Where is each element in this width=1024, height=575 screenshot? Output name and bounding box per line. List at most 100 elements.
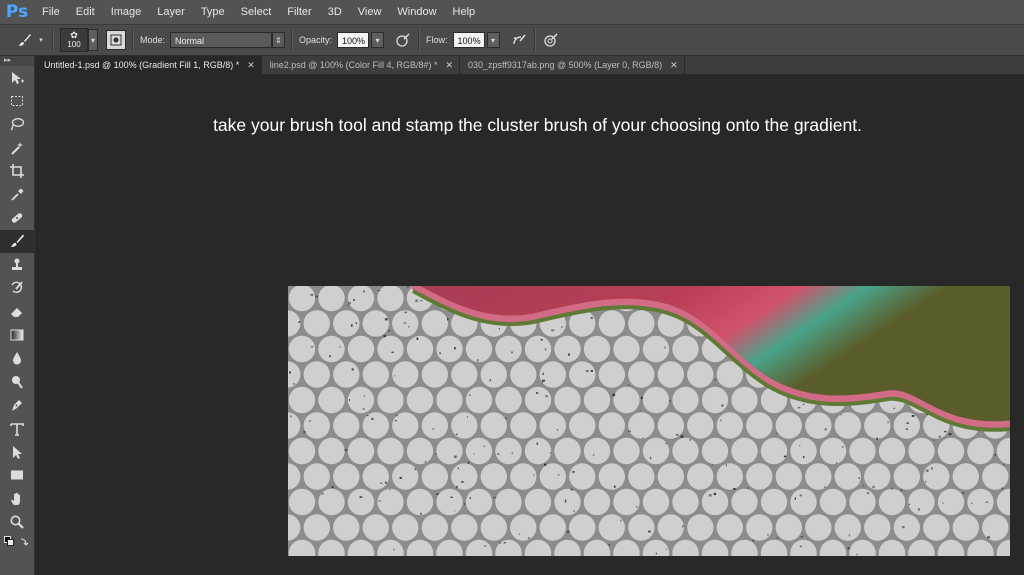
menu-help[interactable]: Help [445,0,484,24]
document-tab-untitled-1[interactable]: Untitled-1.psd @ 100% (Gradient Fill 1, … [36,56,262,74]
opacity-input[interactable]: 100% [337,32,370,48]
grunge-speck [403,322,407,325]
magic-wand-icon[interactable] [0,136,34,159]
dodge-tool-icon[interactable] [0,370,34,393]
grunge-speck [639,409,641,412]
grunge-speck [943,430,947,433]
airbrush-icon[interactable] [510,31,528,49]
zoom-tool-icon[interactable] [0,510,34,533]
tab-label: Untitled-1.psd @ 100% (Gradient Fill 1, … [44,60,240,70]
grunge-speck [321,493,324,495]
pattern-circle [583,386,611,414]
healing-brush-icon[interactable] [0,206,34,229]
pattern-circle [775,514,802,541]
divider [291,29,294,51]
menu-file[interactable]: File [34,0,68,24]
grunge-speck [308,420,311,422]
lasso-tool-icon[interactable] [0,113,34,136]
pattern-circle [436,488,463,516]
grunge-speck [570,488,574,491]
grunge-speck [906,422,909,424]
type-tool-icon[interactable] [0,417,34,440]
brush-tool-icon[interactable] [0,229,34,254]
path-selection-icon[interactable] [0,440,34,463]
grunge-speck [938,435,941,438]
document-tab-line2[interactable]: line2.psd @ 100% (Color Fill 4, RGB/8#) … [262,56,461,74]
grunge-speck [503,542,506,544]
clone-stamp-icon[interactable] [0,253,34,276]
brush-preset-dropdown[interactable]: ▾ [88,29,98,51]
hand-tool-icon[interactable] [0,487,34,510]
pattern-circle [303,463,330,490]
menu-image[interactable]: Image [103,0,150,24]
pattern-circle [318,386,345,414]
document-tab-030[interactable]: 030_zpsff9317ab.png @ 500% (Layer 0, RGB… [460,56,685,74]
menu-filter[interactable]: Filter [279,0,319,24]
grunge-speck [457,467,459,470]
pattern-circle [598,514,625,541]
brush-icon[interactable] [14,29,36,51]
grunge-speck [557,474,560,476]
menu-type[interactable]: Type [193,0,233,24]
pattern-circle [908,437,935,465]
menu-3d[interactable]: 3D [320,0,350,24]
blur-tool-icon[interactable] [0,347,34,370]
menu-layer[interactable]: Layer [149,0,193,24]
pattern-circle [554,488,581,516]
document-canvas[interactable] [288,286,1010,556]
grunge-speck [290,415,292,418]
grunge-speck [794,497,796,500]
menu-window[interactable]: Window [389,0,444,24]
brush-preset-picker[interactable]: ✿ 100 [60,28,88,52]
grunge-speck [533,474,535,477]
grunge-speck [665,548,668,550]
menu-select[interactable]: Select [233,0,280,24]
eyedropper-icon[interactable] [0,183,34,206]
grunge-speck [493,496,496,498]
pattern-circle [436,437,463,465]
pattern-circle [893,514,920,541]
pattern-circle [834,412,861,439]
grunge-speck [545,395,548,398]
close-icon[interactable]: ✕ [247,56,255,74]
pattern-circle [333,412,360,439]
close-icon[interactable]: ✕ [670,56,678,74]
grunge-speck [351,368,354,371]
pattern-circle [362,463,389,490]
grunge-speck [856,553,858,556]
pattern-circle [392,514,419,541]
pattern-circle [642,488,670,516]
close-icon[interactable]: ✕ [445,56,453,74]
grunge-speck [366,415,369,417]
pattern-circle [421,514,448,541]
grunge-speck [404,311,407,314]
grunge-speck [408,326,410,328]
history-brush-icon[interactable] [0,277,34,300]
grunge-speck [540,338,543,341]
marquee-tool-icon[interactable] [0,89,34,112]
mode-select[interactable]: Normal ⇕ [170,32,286,48]
chevron-down-icon[interactable]: ▾ [36,36,46,44]
crop-tool-icon[interactable] [0,160,34,183]
flow-input[interactable]: 100% [452,32,485,48]
panel-collapse-icon[interactable]: ▸▸ [0,56,34,66]
flow-dropdown[interactable]: ▾ [486,32,500,48]
pattern-circle [834,463,861,490]
grunge-speck [454,347,456,350]
menu-edit[interactable]: Edit [68,0,103,24]
grunge-speck [454,455,457,458]
move-tool-icon[interactable] [0,66,34,89]
brush-panel-toggle-icon[interactable] [106,30,126,50]
grunge-speck [824,486,826,488]
default-colors-icon[interactable] [0,534,34,550]
pattern-circle [377,488,404,516]
pressure-opacity-icon[interactable] [394,31,412,49]
shape-tool-icon[interactable] [0,464,34,487]
gradient-tool-icon[interactable] [0,323,34,346]
opacity-dropdown[interactable]: ▾ [371,32,385,48]
pattern-circle [642,437,670,465]
pressure-size-icon[interactable] [542,31,560,49]
eraser-icon[interactable] [0,300,34,323]
menu-view[interactable]: View [350,0,390,24]
pen-tool-icon[interactable] [0,393,34,416]
